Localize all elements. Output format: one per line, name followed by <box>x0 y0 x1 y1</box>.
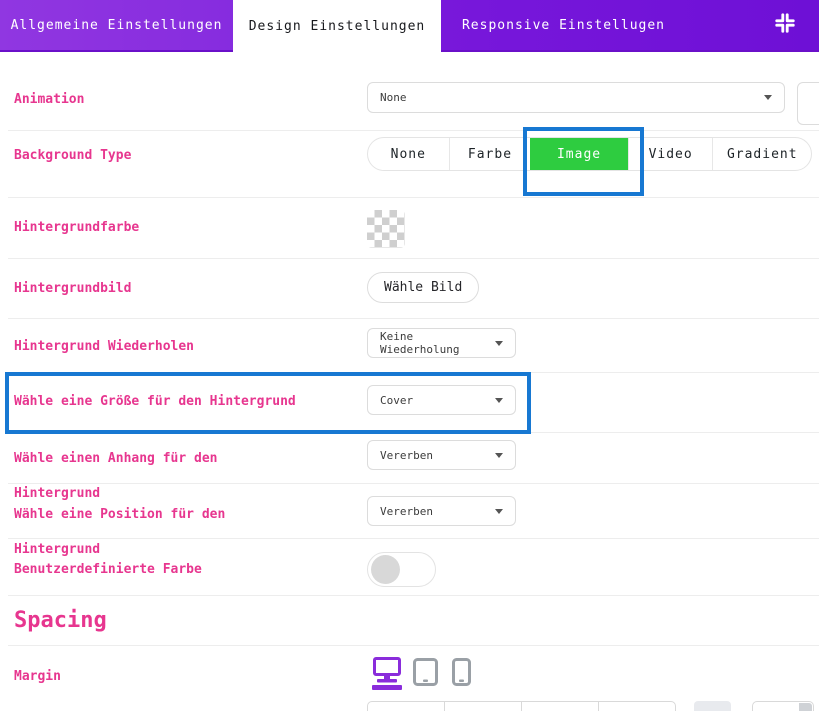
custom-color-toggle[interactable] <box>367 552 436 587</box>
mobile-icon[interactable] <box>452 658 471 690</box>
background-type-option-none[interactable]: None <box>368 138 449 170</box>
background-attachment-label-wrap: Hintergrund <box>14 486 100 501</box>
chevron-down-icon <box>495 398 503 403</box>
background-attachment-label: Wähle einen Anhang für den <box>14 451 218 466</box>
tab-bar: Allgemeine Einstellungen Design Einstell… <box>0 0 819 52</box>
margin-link-values-button[interactable] <box>694 701 731 711</box>
tab-design-einstellungen[interactable]: Design Einstellungen <box>233 0 441 52</box>
tablet-icon[interactable] <box>413 658 438 690</box>
toggle-knob <box>371 555 400 584</box>
animation-extra-control[interactable] <box>797 82 819 125</box>
divider <box>8 318 819 319</box>
animation-select[interactable]: None <box>367 82 785 113</box>
custom-color-label: Benutzerdefinierte Farbe <box>14 562 202 577</box>
margin-unit-input[interactable] <box>752 701 814 711</box>
spacing-section-title: Spacing <box>14 608 107 633</box>
divider <box>8 432 819 433</box>
chevron-down-icon <box>495 509 503 514</box>
background-color-label: Hintergrundfarbe <box>14 220 139 235</box>
background-repeat-label: Hintergrund Wiederholen <box>14 339 194 354</box>
tab-allgemeine-einstellungen[interactable]: Allgemeine Einstellungen <box>0 0 233 50</box>
background-color-swatch[interactable] <box>367 210 405 248</box>
background-size-select[interactable]: Cover <box>367 385 516 415</box>
margin-values-input-group <box>367 701 676 711</box>
choose-image-button[interactable]: Wähle Bild <box>367 272 479 303</box>
background-type-option-gradient[interactable]: Gradient <box>712 138 811 170</box>
compress-icon[interactable] <box>774 12 796 34</box>
background-type-option-farbe[interactable]: Farbe <box>449 138 531 170</box>
desktop-icon[interactable] <box>373 657 401 687</box>
background-position-label: Wähle eine Position für den <box>14 507 225 522</box>
margin-label: Margin <box>14 669 61 684</box>
margin-left-input[interactable] <box>598 702 675 711</box>
background-type-button-group: None Farbe Image Video Gradient <box>367 137 812 171</box>
background-attachment-value: Vererben <box>380 449 433 462</box>
desktop-active-indicator <box>372 685 402 690</box>
background-position-select[interactable]: Vererben <box>367 496 516 526</box>
settings-panel: Allgemeine Einstellungen Design Einstell… <box>0 0 819 711</box>
margin-bottom-input[interactable] <box>521 702 598 711</box>
divider <box>8 258 819 259</box>
animation-select-value: None <box>380 91 407 104</box>
background-image-label: Hintergrundbild <box>14 281 131 296</box>
animation-label: Animation <box>14 92 84 107</box>
stepper-handle[interactable] <box>799 703 812 711</box>
divider <box>8 538 819 539</box>
divider <box>8 483 819 484</box>
divider <box>8 197 819 198</box>
background-type-label: Background Type <box>14 148 131 163</box>
divider <box>8 595 819 596</box>
background-repeat-value: Keine Wiederholung <box>380 330 487 356</box>
background-type-option-image[interactable]: Image <box>530 138 628 170</box>
divider <box>8 645 819 646</box>
margin-right-input[interactable] <box>444 702 521 711</box>
tab-responsive-einstellungen[interactable]: Responsive Einstellugen <box>441 0 686 50</box>
background-size-value: Cover <box>380 394 413 407</box>
chevron-down-icon <box>764 95 772 100</box>
background-repeat-select[interactable]: Keine Wiederholung <box>367 328 516 358</box>
background-size-label: Wähle eine Größe für den Hintergrund <box>14 394 296 409</box>
chevron-down-icon <box>495 341 503 346</box>
background-type-option-video[interactable]: Video <box>628 138 713 170</box>
margin-top-input[interactable] <box>368 702 444 711</box>
background-position-value: Vererben <box>380 505 433 518</box>
divider <box>8 372 819 373</box>
background-position-label-wrap: Hintergrund <box>14 542 100 557</box>
divider <box>8 130 819 131</box>
background-attachment-select[interactable]: Vererben <box>367 440 516 470</box>
chevron-down-icon <box>495 453 503 458</box>
